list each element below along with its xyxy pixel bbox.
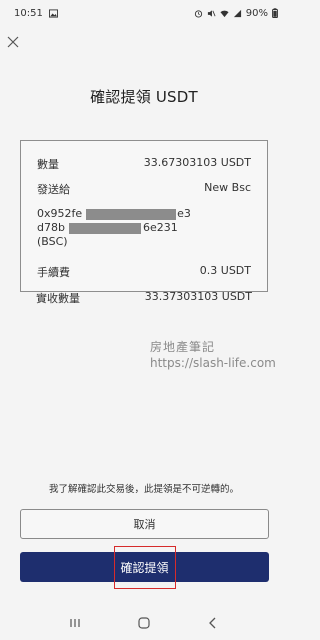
fee-row: 手續費 0.3 USDT [37,264,251,280]
amount-label: 數量 [37,158,59,171]
fee-value: 0.3 USDT [199,264,251,277]
address-line-2: d78b 6e231 [37,221,191,235]
back-button[interactable] [203,613,223,633]
wifi-icon [220,10,229,17]
send-to-label: 發送給 [37,183,70,196]
received-value: 33.37303103 USDT [144,290,252,303]
received-label: 實收數量 [36,292,80,305]
image-notification-icon [48,8,58,18]
redaction-bar [68,222,141,234]
mute-icon [207,9,216,17]
annotation-highlight-box [114,546,176,589]
battery-percent: 90% [245,7,268,19]
watermark-url: https://slash-life.com [150,356,276,370]
irreversible-disclaimer: 我了解確認此交易後，此提領是不可逆轉的。 [48,484,239,495]
status-right: 90% [194,8,278,19]
received-row: 實收數量 33.37303103 USDT [36,290,252,306]
home-button[interactable] [134,613,154,633]
alarm-icon [194,9,202,18]
battery-icon [272,8,278,18]
cancel-button-label: 取消 [133,518,156,531]
send-to-row: 發送給 New Bsc [37,181,251,197]
address-network: (BSC) [37,235,68,248]
withdraw-confirm-screen: 10:51 90% 確認提領 USDT 數量 33.67303103 USDT … [0,0,288,640]
status-time: 10:51 [14,7,43,19]
redaction-bar [86,208,177,220]
signal-icon [233,9,241,17]
cancel-button[interactable]: 取消 [20,509,269,539]
watermark-title: 房地產筆記 [150,340,216,354]
address-block: 0x952fe e3 d78b 6e231 (BSC) [37,207,191,249]
home-icon [138,617,150,629]
address-line-1: 0x952fe e3 [37,207,191,221]
status-left: 10:51 [14,8,58,19]
address-line2-end: 6e231 [142,221,178,234]
send-to-value: New Bsc [204,181,251,194]
address-line2-start: d78b [37,221,65,234]
system-nav-bar [0,606,288,640]
address-line1-end: e3 [177,207,191,220]
amount-value: 33.67303103 USDT [143,156,251,169]
status-bar: 10:51 90% [0,0,288,26]
recent-apps-icon [70,619,80,627]
address-line1-start: 0x952fe [37,207,83,220]
back-icon [209,617,216,629]
withdraw-details-card: 數量 33.67303103 USDT 發送給 New Bsc 0x952fe … [20,140,268,292]
close-button[interactable] [6,34,20,48]
recent-apps-button[interactable] [65,613,85,633]
fee-label: 手續費 [37,266,70,279]
page-title: 確認提領 USDT [90,88,198,106]
close-icon [7,36,19,48]
amount-row: 數量 33.67303103 USDT [37,156,251,172]
address-line-3: (BSC) [37,235,191,249]
